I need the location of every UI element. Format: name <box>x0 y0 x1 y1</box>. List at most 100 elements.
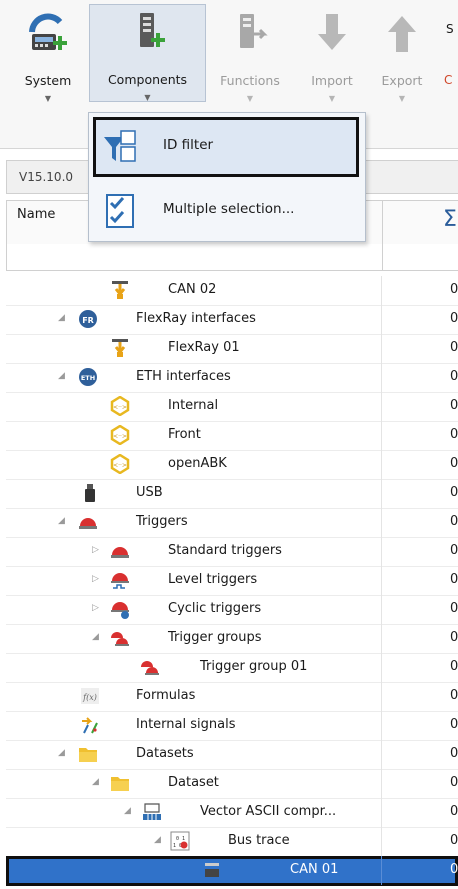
tree-row[interactable]: <··> openABK 0 <box>6 450 458 480</box>
expand-arrow-icon[interactable]: ▷ <box>92 603 99 613</box>
functions-button[interactable]: Functions ▼ <box>209 6 291 103</box>
tree-row[interactable]: <··> Front 0 <box>6 421 458 451</box>
tree-label: Level triggers <box>168 572 258 587</box>
tree-row[interactable]: FlexRay 01 0 <box>6 334 458 364</box>
tree-row[interactable]: ◢ Triggers 0 <box>6 508 458 538</box>
folder-icon <box>79 748 97 762</box>
row-value: 0 <box>450 630 458 645</box>
row-value: 0 <box>450 311 458 326</box>
column-divider <box>381 537 382 566</box>
row-value: 0 <box>450 398 458 413</box>
tree-label: Dataset <box>168 775 219 790</box>
eth-port-icon: <··> <box>110 396 130 416</box>
tree-row-selected[interactable]: CAN 01 0 <box>6 856 458 886</box>
collapse-arrow-icon[interactable]: ◢ <box>92 777 99 787</box>
tree-label: Trigger groups <box>168 630 262 645</box>
tree-row[interactable]: ▷ Standard triggers 0 <box>6 537 458 567</box>
row-value: 0 <box>450 717 458 732</box>
id-filter-menu-item[interactable]: ID filter <box>93 117 359 177</box>
collapse-arrow-icon[interactable]: ◢ <box>58 516 65 526</box>
tree-row[interactable]: ◢ FR FlexRay interfaces 0 <box>6 305 458 335</box>
tree-row[interactable]: USB 0 <box>6 479 458 509</box>
components-label: Components <box>107 72 188 87</box>
functions-icon <box>240 14 268 48</box>
svg-text:ETH: ETH <box>81 374 95 382</box>
column-divider <box>381 769 382 798</box>
svg-text:<··>: <··> <box>113 462 127 469</box>
tree-row[interactable]: ◢ Vector ASCII compr... 0 <box>6 798 458 828</box>
tree-label: Vector ASCII compr... <box>200 804 337 819</box>
row-value: 0 <box>450 543 458 558</box>
column-divider <box>382 201 383 245</box>
expand-arrow-icon[interactable]: ▷ <box>92 545 99 555</box>
tree-label: Front <box>168 427 201 442</box>
tree-row[interactable]: ▷ Level triggers 0 <box>6 566 458 596</box>
id-filter-label: ID filter <box>163 137 214 153</box>
export-button[interactable]: Export ▼ <box>370 6 434 103</box>
import-label: Import <box>311 73 353 88</box>
import-button[interactable]: Import ▼ <box>300 6 364 103</box>
eth-port-icon: <··> <box>110 425 130 445</box>
import-arrow-icon <box>318 14 346 50</box>
svg-text:<··>: <··> <box>113 433 127 440</box>
chevron-down-icon: ▼ <box>44 94 52 103</box>
truncated-label: C <box>444 73 453 87</box>
tree-row[interactable]: ◢ 0 11 0 Bus trace 0 <box>6 827 458 857</box>
components-dropdown-menu: ID filter Multiple selection... <box>88 112 366 242</box>
eth-icon: ETH <box>79 368 97 386</box>
system-label: System <box>24 73 72 88</box>
column-divider <box>381 653 382 682</box>
tree-label: Trigger group 01 <box>200 659 308 674</box>
column-divider <box>381 450 382 479</box>
tree-label: Internal <box>168 398 219 413</box>
tree-row[interactable]: Trigger group 01 0 <box>6 653 458 683</box>
chevron-down-icon: ▼ <box>144 93 151 102</box>
usb-icon <box>85 484 95 502</box>
sigma-column-header[interactable]: Σ <box>443 207 457 232</box>
system-button[interactable]: System ▼ <box>12 6 84 103</box>
name-column-header[interactable]: Name <box>17 207 55 222</box>
truncated-label: S <box>446 22 454 36</box>
trigger-icon <box>79 518 97 529</box>
collapse-arrow-icon[interactable]: ◢ <box>58 748 65 758</box>
row-value: 0 <box>450 862 458 877</box>
tree-row[interactable]: ◢ Trigger groups 0 <box>6 624 458 654</box>
svg-text:f(x): f(x) <box>82 693 97 702</box>
column-divider <box>381 276 382 305</box>
collapse-arrow-icon[interactable]: ◢ <box>58 371 65 381</box>
expand-arrow-icon[interactable]: ▷ <box>92 574 99 584</box>
tree-row[interactable]: ▷ Cyclic triggers 0 <box>6 595 458 625</box>
folder-icon <box>111 777 129 791</box>
cyclic-trigger-icon <box>111 602 129 619</box>
row-value: 0 <box>450 340 458 355</box>
tree-row[interactable]: Internal signals 0 <box>6 711 458 741</box>
components-add-icon <box>139 13 165 47</box>
tree-row[interactable]: CAN 02 0 <box>6 276 458 306</box>
tree-row[interactable]: f(x) Formulas 0 <box>6 682 458 712</box>
tree-label: Formulas <box>136 688 196 703</box>
tree-label: Datasets <box>136 746 194 761</box>
row-value: 0 <box>450 369 458 384</box>
tree-label: ETH interfaces <box>136 369 231 384</box>
collapse-arrow-icon[interactable]: ◢ <box>154 835 161 845</box>
collapse-arrow-icon[interactable]: ◢ <box>58 313 65 323</box>
collapse-arrow-icon[interactable]: ◢ <box>92 632 99 642</box>
row-value: 0 <box>450 833 458 848</box>
tree-row[interactable]: ◢ Datasets 0 <box>6 740 458 770</box>
trigger-icon <box>111 547 129 558</box>
column-divider <box>381 305 382 334</box>
column-divider <box>381 479 382 508</box>
column-divider <box>382 244 383 270</box>
components-button[interactable]: Components ▼ <box>89 4 206 102</box>
collapse-arrow-icon[interactable]: ◢ <box>124 806 131 816</box>
can-connector-icon <box>112 339 128 357</box>
row-value: 0 <box>450 746 458 761</box>
column-divider <box>381 711 382 740</box>
tree-row[interactable]: <··> Internal 0 <box>6 392 458 422</box>
tree-row[interactable]: ◢ Dataset 0 <box>6 769 458 799</box>
row-value: 0 <box>450 485 458 500</box>
multiple-selection-menu-item[interactable]: Multiple selection... <box>93 181 359 241</box>
tree-row[interactable]: ◢ ETH ETH interfaces 0 <box>6 363 458 393</box>
filter-row[interactable] <box>6 244 458 271</box>
tree-label: Triggers <box>136 514 188 529</box>
